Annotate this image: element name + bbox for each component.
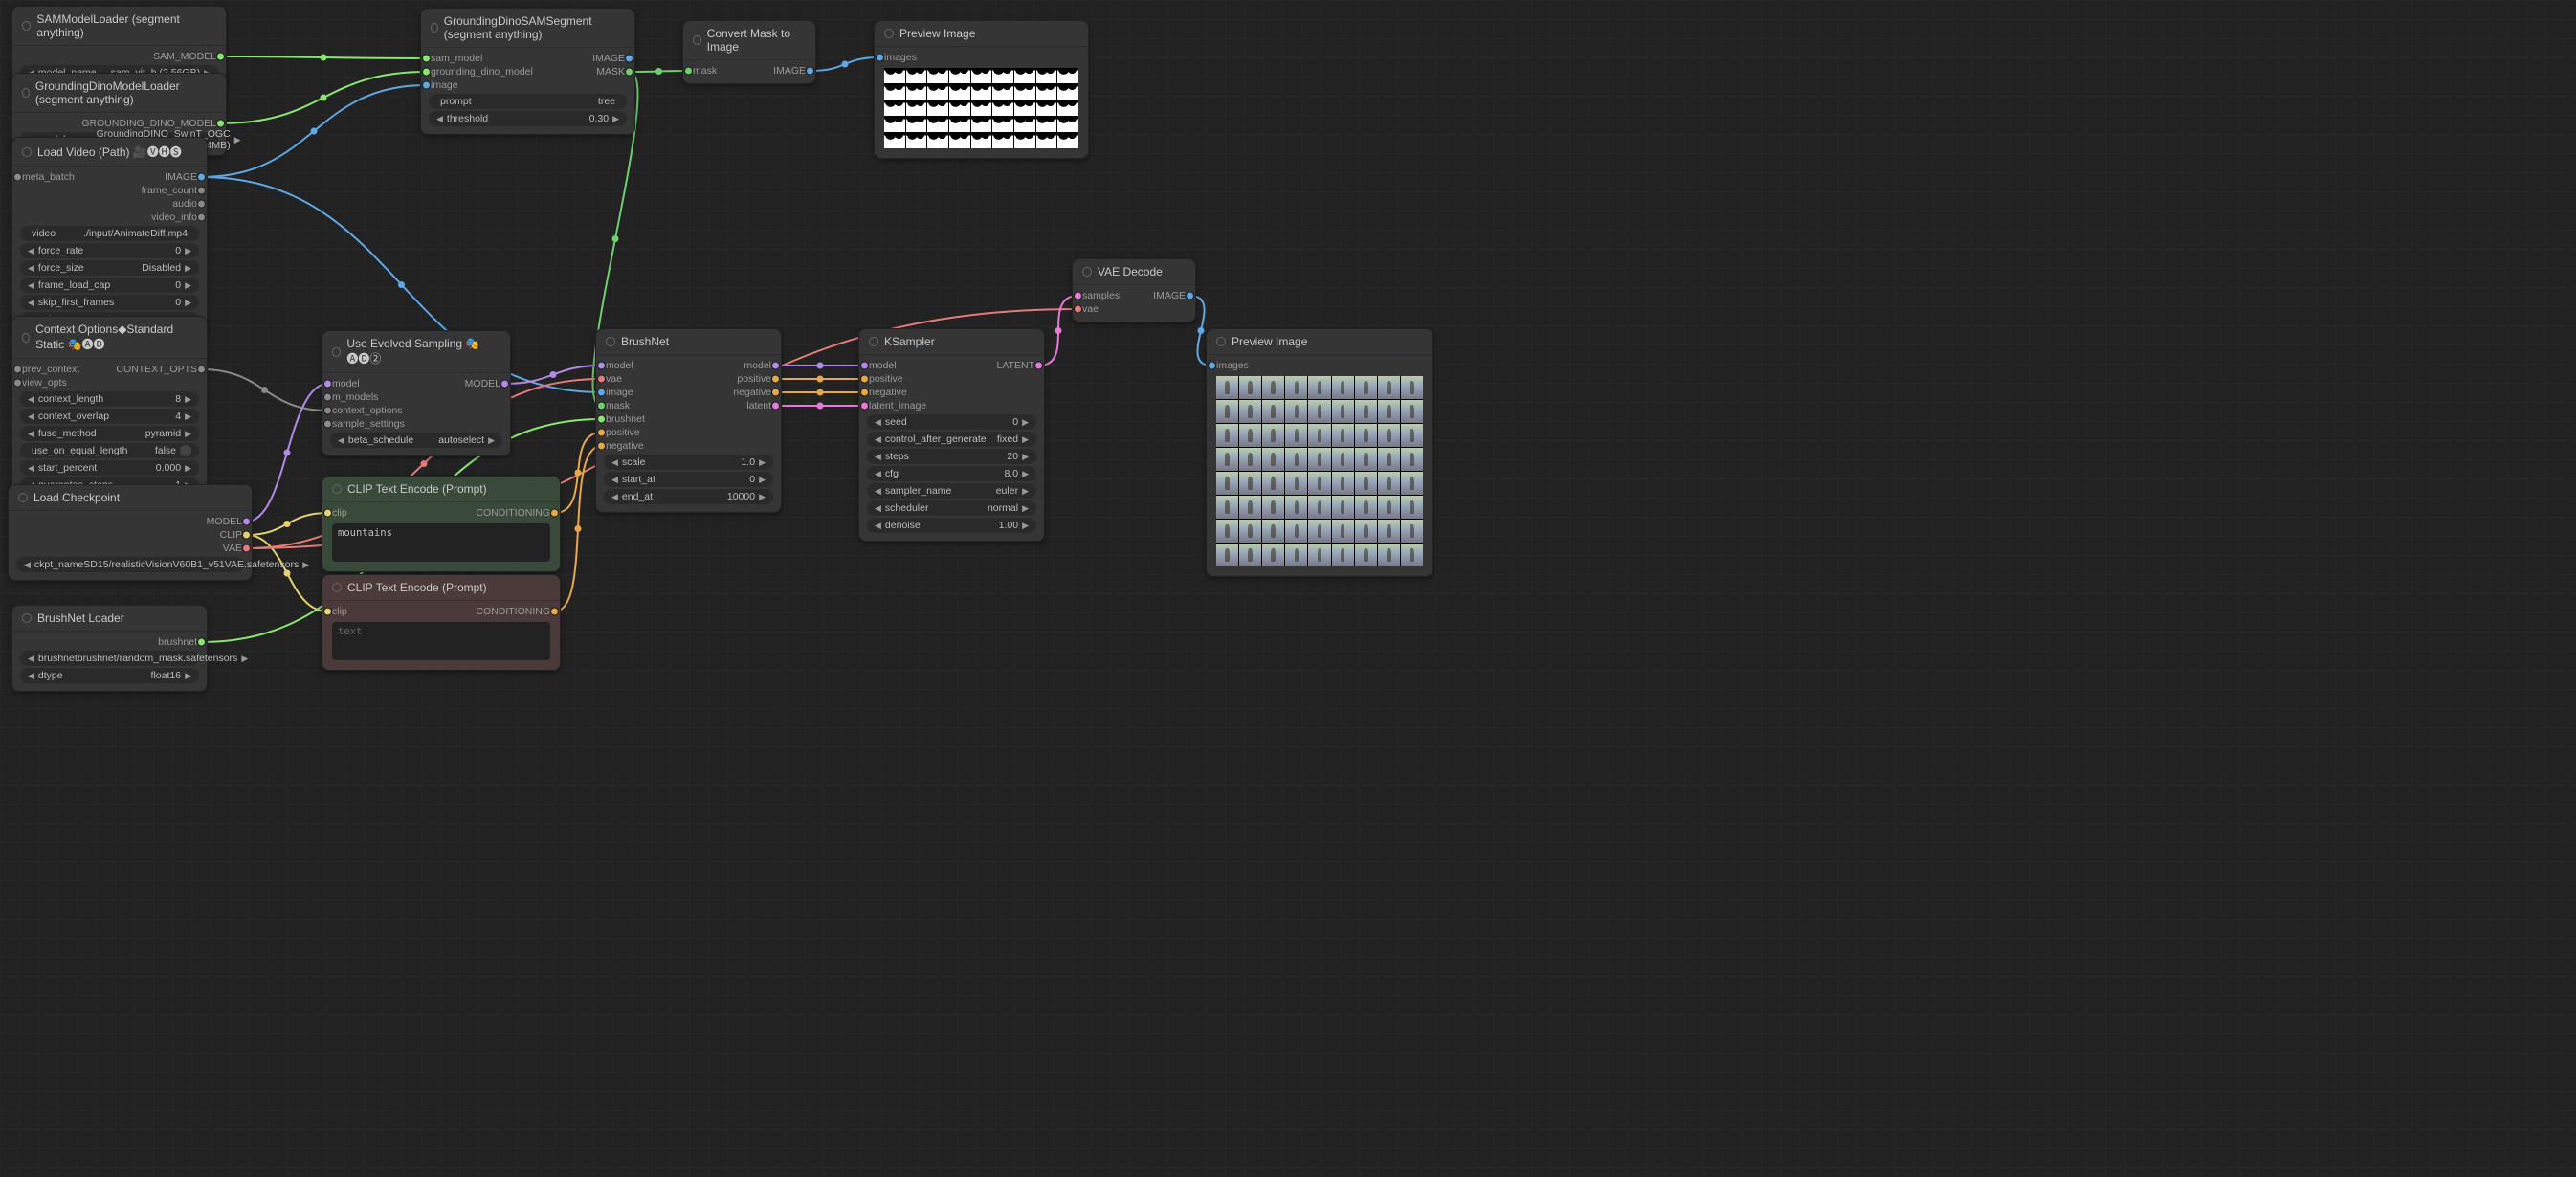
widget-brushnet[interactable]: ◀brushnetbrushnet/random_mask.safetensor… xyxy=(20,651,199,666)
widget-context-length[interactable]: ◀context_length8▶ xyxy=(20,391,199,407)
widget-video[interactable]: video./input/AnimateDiff.mp4 xyxy=(20,226,199,241)
node-preview-image-1[interactable]: Preview Image images xyxy=(874,20,1089,159)
preview-mask-grid xyxy=(884,68,1078,148)
text-prompt[interactable]: mountains xyxy=(332,523,550,562)
wire xyxy=(221,72,427,123)
wire xyxy=(247,535,328,611)
out-image: IMAGE xyxy=(165,171,197,183)
widget-force-size[interactable]: ◀force_sizeDisabled▶ xyxy=(20,260,199,276)
wire xyxy=(630,71,689,72)
node-context-options[interactable]: Context Options◆Standard Static 🎭🅐🅓 prev… xyxy=(11,316,208,501)
node-title[interactable]: GroundingDinoModelLoader (segment anythi… xyxy=(12,74,226,113)
node-title[interactable]: Convert Mask to Image xyxy=(683,21,815,60)
widget-prompt[interactable]: prompttree xyxy=(429,94,627,109)
node-title[interactable]: CLIP Text Encode (Prompt) xyxy=(322,575,560,601)
node-brushnet-loader[interactable]: BrushNet Loader brushnet ◀brushnetbrushn… xyxy=(11,605,208,692)
widget-control-after-generate[interactable]: ◀control_after_generatefixed▶ xyxy=(867,432,1036,447)
node-title[interactable]: Load Video (Path) 🎥🅥🅗🅢 xyxy=(12,138,207,167)
widget-frame-load-cap[interactable]: ◀frame_load_cap0▶ xyxy=(20,278,199,293)
widget-steps[interactable]: ◀steps20▶ xyxy=(867,449,1036,464)
widget-use-on-equal-length[interactable]: use_on_equal_lengthfalse xyxy=(20,443,199,458)
node-ksampler[interactable]: KSampler model LATENT positive negative … xyxy=(858,328,1045,542)
node-title[interactable]: Preview Image xyxy=(875,21,1088,47)
node-load-video[interactable]: Load Video (Path) 🎥🅥🅗🅢 meta_batch IMAGE … xyxy=(11,137,208,336)
widget-scale[interactable]: ◀scale1.0▶ xyxy=(604,455,773,470)
text-prompt[interactable]: text xyxy=(332,622,550,660)
widget-force-rate[interactable]: ◀force_rate0▶ xyxy=(20,243,199,258)
widget-ckpt-name[interactable]: ◀ckpt_nameSD15/realisticVisionV60B1_v51V… xyxy=(16,557,244,572)
node-use-evolved-sampling[interactable]: Use Evolved Sampling 🎭🅐🅓② model MODEL m_… xyxy=(322,330,511,456)
wire xyxy=(202,85,427,177)
node-clip-text-encode-negative[interactable]: CLIP Text Encode (Prompt) clip CONDITION… xyxy=(322,574,561,671)
widget-context-overlap[interactable]: ◀context_overlap4▶ xyxy=(20,409,199,424)
node-load-checkpoint[interactable]: Load Checkpoint MODEL CLIP VAE ◀ckpt_nam… xyxy=(8,484,253,581)
node-title[interactable]: GroundingDinoSAMSegment (segment anythin… xyxy=(421,9,634,48)
wire xyxy=(811,57,880,71)
widget-dtype[interactable]: ◀dtypefloat16▶ xyxy=(20,668,199,683)
widget-sampler-name[interactable]: ◀sampler_nameeuler▶ xyxy=(867,483,1036,499)
node-title[interactable]: Load Checkpoint xyxy=(9,485,252,511)
node-convert-mask-to-image[interactable]: Convert Mask to Image mask IMAGE xyxy=(682,20,816,84)
widget-beta-schedule[interactable]: ◀beta_scheduleautoselect▶ xyxy=(330,433,502,448)
wire xyxy=(221,56,427,58)
widget-start-at[interactable]: ◀start_at0▶ xyxy=(604,472,773,487)
node-clip-text-encode-positive[interactable]: CLIP Text Encode (Prompt) clip CONDITION… xyxy=(322,476,561,572)
widget-start-percent[interactable]: ◀start_percent0.000▶ xyxy=(20,460,199,476)
wire xyxy=(505,366,602,384)
node-title[interactable]: CLIP Text Encode (Prompt) xyxy=(322,477,560,502)
node-title[interactable]: BrushNet Loader xyxy=(12,606,207,632)
node-preview-image-2[interactable]: Preview Image images xyxy=(1206,328,1433,577)
widget-cfg[interactable]: ◀cfg8.0▶ xyxy=(867,466,1036,481)
node-title[interactable]: Use Evolved Sampling 🎭🅐🅓② xyxy=(322,331,510,373)
node-brushnet[interactable]: BrushNet model model vae positive image … xyxy=(595,328,782,513)
node-title[interactable]: Context Options◆Standard Static 🎭🅐🅓 xyxy=(12,317,207,359)
wire xyxy=(247,384,328,522)
in-meta-batch: meta_batch xyxy=(22,171,75,183)
preview-image-grid xyxy=(1216,376,1423,566)
node-title[interactable]: SAMModelLoader (segment anything) xyxy=(12,7,226,46)
widget-fuse-method[interactable]: ◀fuse_methodpyramid▶ xyxy=(20,426,199,441)
node-title[interactable]: KSampler xyxy=(859,329,1044,355)
widget-scheduler[interactable]: ◀schedulernormal▶ xyxy=(867,500,1036,516)
out-gd-model: GROUNDING_DINO_MODEL xyxy=(81,118,216,129)
wire xyxy=(202,369,328,411)
widget-denoise[interactable]: ◀denoise1.00▶ xyxy=(867,518,1036,533)
widget-threshold[interactable]: ◀threshold0.30▶ xyxy=(429,111,627,126)
node-title[interactable]: BrushNet xyxy=(596,329,781,355)
widget-skip-first-frames[interactable]: ◀skip_first_frames0▶ xyxy=(20,295,199,310)
out-sam-model: SAM_MODEL xyxy=(153,51,216,62)
node-title[interactable]: Preview Image xyxy=(1207,329,1432,355)
widget-end-at[interactable]: ◀end_at10000▶ xyxy=(604,489,773,504)
node-vae-decode[interactable]: VAE Decode samples IMAGE vae xyxy=(1072,258,1196,322)
node-title[interactable]: VAE Decode xyxy=(1073,259,1195,285)
widget-seed[interactable]: ◀seed0▶ xyxy=(867,414,1036,430)
wire xyxy=(247,513,328,535)
node-grounding-dino-sam-segment[interactable]: GroundingDinoSAMSegment (segment anythin… xyxy=(420,8,635,135)
